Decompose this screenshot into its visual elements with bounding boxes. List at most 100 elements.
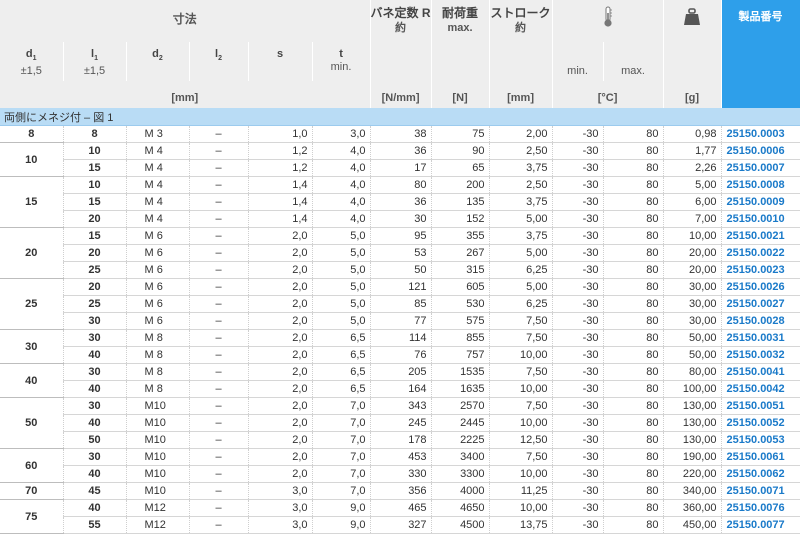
- t-header: t min.: [312, 42, 371, 81]
- part-number-cell[interactable]: 25150.0032: [721, 346, 800, 364]
- stroke-cell: 7,50: [489, 329, 553, 347]
- temp-max-cell: 80: [603, 193, 664, 211]
- weight-cell: 50,00: [663, 329, 722, 347]
- l1-cell: 40: [63, 499, 127, 517]
- part-number-cell[interactable]: 25150.0061: [721, 448, 800, 466]
- max-load-cell: 605: [431, 278, 490, 296]
- temp-max-cell: 80: [603, 244, 664, 262]
- spring-constant-cell: 327: [370, 516, 432, 534]
- t-cell: 7,0: [312, 397, 371, 415]
- max-load-cell: 4000: [431, 482, 490, 500]
- part-number-cell[interactable]: 25150.0028: [721, 312, 800, 330]
- temp-max-cell: 80: [603, 261, 664, 279]
- max-load-cell: 575: [431, 312, 490, 330]
- weight-cell: 100,00: [663, 380, 722, 398]
- d2-cell: M12: [126, 516, 190, 534]
- weight-cell: 0,98: [663, 125, 722, 143]
- max-load-cell: 757: [431, 346, 490, 364]
- l2-cell: –: [189, 363, 249, 381]
- table-row: 20 M 6–2,0 5,0 53 267 5,00 -30 80 20,00 25150.002…: [0, 244, 800, 262]
- d2-cell: M 6: [126, 278, 190, 296]
- d2-cell: M10: [126, 482, 190, 500]
- part-number-cell[interactable]: 25150.0007: [721, 159, 800, 177]
- s-cell: 2,0: [248, 346, 313, 364]
- part-number-cell[interactable]: 25150.0006: [721, 142, 800, 160]
- temp-min-cell: -30: [552, 363, 604, 381]
- s-cell: 2,0: [248, 261, 313, 279]
- part-number-cell[interactable]: 25150.0062: [721, 465, 800, 483]
- part-number-cell[interactable]: 25150.0051: [721, 397, 800, 415]
- table-row: 10 10 M 4–1,2 4,0 36 90 2,50 -30 80 1,77 25150.000…: [0, 142, 800, 177]
- t-cell: 4,0: [312, 176, 371, 194]
- d1-symbol: d: [25, 48, 33, 60]
- l1-cell: 15: [63, 227, 127, 245]
- max-load-sub: max.: [447, 22, 473, 34]
- part-number-cell[interactable]: 25150.0009: [721, 193, 800, 211]
- part-number-cell[interactable]: 25150.0026: [721, 278, 800, 296]
- part-number-cell[interactable]: 25150.0071: [721, 482, 800, 500]
- temp-min-cell: -30: [552, 142, 604, 160]
- weight-cell: 6,00: [663, 193, 722, 211]
- d1-subscript: 1: [32, 55, 37, 63]
- part-number-cell[interactable]: 25150.0008: [721, 176, 800, 194]
- d2-cell: M10: [126, 397, 190, 415]
- l2-cell: –: [189, 516, 249, 534]
- part-number-cell[interactable]: 25150.0076: [721, 499, 800, 517]
- part-number-cell[interactable]: 25150.0031: [721, 329, 800, 347]
- max-load-cell: 3400: [431, 448, 490, 466]
- l2-cell: –: [189, 159, 249, 177]
- d2-cell: M10: [126, 465, 190, 483]
- t-cell: 4,0: [312, 159, 371, 177]
- part-number-cell[interactable]: 25150.0021: [721, 227, 800, 245]
- l2-cell: –: [189, 499, 249, 517]
- part-number-cell[interactable]: 25150.0042: [721, 380, 800, 398]
- part-number-cell[interactable]: 25150.0052: [721, 414, 800, 432]
- spring-constant-cell: 465: [370, 499, 432, 517]
- stroke-header: ストローク 約: [489, 0, 553, 81]
- part-number-cell[interactable]: 25150.0077: [721, 516, 800, 534]
- max-load-cell: 2445: [431, 414, 490, 432]
- temp-max-cell: 80: [603, 465, 664, 483]
- part-number-cell[interactable]: 25150.0053: [721, 431, 800, 449]
- max-load-cell: 200: [431, 176, 490, 194]
- t-symbol: t: [339, 48, 343, 60]
- stroke-cell: 5,00: [489, 210, 553, 228]
- d2-cell: M 8: [126, 363, 190, 381]
- stroke-cell: 10,00: [489, 346, 553, 364]
- max-load-title: 耐荷重: [442, 6, 479, 20]
- s-cell: 2,0: [248, 278, 313, 296]
- spring-constant-cell: 36: [370, 142, 432, 160]
- s-cell: 2,0: [248, 244, 313, 262]
- weight-cell: 130,00: [663, 414, 722, 432]
- d2-cell: M 4: [126, 193, 190, 211]
- weight-cell: 360,00: [663, 499, 722, 517]
- part-number-cell[interactable]: 25150.0003: [721, 125, 800, 143]
- s-cell: 1,0: [248, 125, 313, 143]
- temp-min-cell: -30: [552, 499, 604, 517]
- t-cell: 7,0: [312, 448, 371, 466]
- l2-cell: –: [189, 482, 249, 500]
- weight-cell: 190,00: [663, 448, 722, 466]
- spring-constant-cell: 95: [370, 227, 432, 245]
- temp-min-cell: -30: [552, 482, 604, 500]
- temp-max-cell: 80: [603, 380, 664, 398]
- part-number-cell[interactable]: 25150.0041: [721, 363, 800, 381]
- spring-constant-cell: 17: [370, 159, 432, 177]
- part-number-cell[interactable]: 25150.0023: [721, 261, 800, 279]
- weight-icon: [684, 8, 701, 25]
- d2-cell: M 6: [126, 295, 190, 313]
- l2-cell: –: [189, 244, 249, 262]
- l2-cell: –: [189, 448, 249, 466]
- d2-cell: M 8: [126, 380, 190, 398]
- part-number-cell[interactable]: 25150.0010: [721, 210, 800, 228]
- t-cell: 7,0: [312, 431, 371, 449]
- s-cell: 3,0: [248, 482, 313, 500]
- l2-cell: –: [189, 414, 249, 432]
- temp-min-cell: -30: [552, 125, 604, 143]
- s-cell: 1,4: [248, 176, 313, 194]
- s-header: s: [248, 42, 313, 81]
- max-load-cell: 152: [431, 210, 490, 228]
- temp-unit-label: [°C]: [552, 81, 664, 108]
- part-number-cell[interactable]: 25150.0027: [721, 295, 800, 313]
- part-number-cell[interactable]: 25150.0022: [721, 244, 800, 262]
